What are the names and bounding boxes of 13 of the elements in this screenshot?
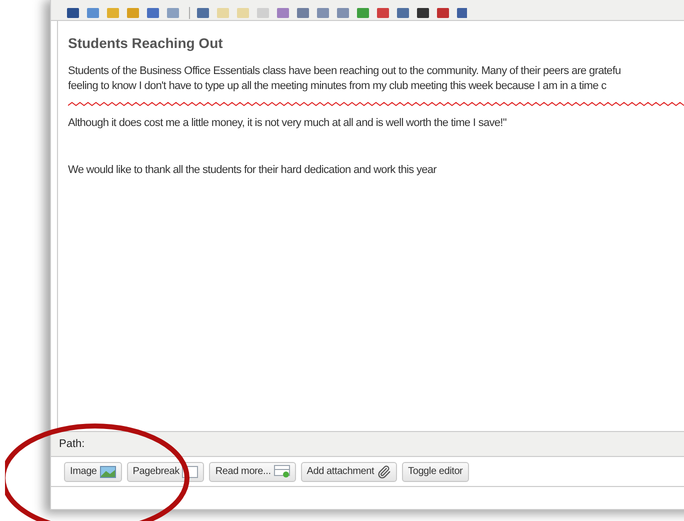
- editor-button[interactable]: Toggle editor: [402, 462, 469, 482]
- page-plus-icon: [274, 465, 290, 478]
- path-label: Path:: [59, 436, 85, 452]
- picture-icon: [100, 466, 116, 478]
- editor-button[interactable]: Image: [64, 462, 122, 482]
- editor-button[interactable]: Read more...: [209, 462, 296, 482]
- article-heading: Students Reaching Out: [68, 34, 224, 53]
- paragraph: Although it does cost me a little money, it is not very much at all and is well worth the time I save!": [68, 116, 508, 131]
- paragraph: Students of the Business Office Essentials class have been reaching out to the community. Many of their peers are gratefu feeling to know I don't have to type up all the meeting minutes from my club meeting this week because I am in a time c: [68, 64, 622, 94]
- editor-button[interactable]: Add attachment: [300, 462, 398, 482]
- paragraph: We would like to thank all the students for their hard dedication and work this year: [68, 163, 438, 178]
- paperclip-icon: [377, 464, 392, 478]
- editor-button[interactable]: Pagebreak: [126, 462, 204, 482]
